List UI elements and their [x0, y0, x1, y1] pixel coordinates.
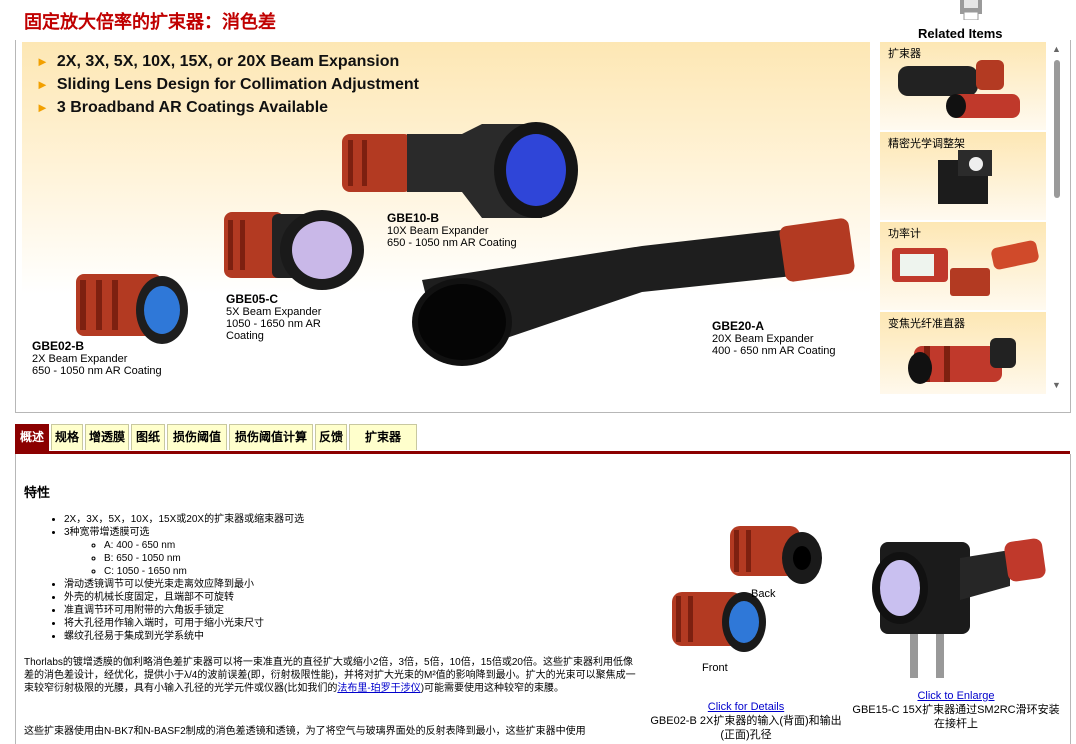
front-label: Front	[702, 662, 728, 674]
list-item: 准直调节环可用附带的六角扳手锁定	[64, 604, 304, 617]
related-thumb-collimators	[908, 338, 1016, 384]
related-item-beam-expanders[interactable]: 扩束器	[880, 42, 1046, 132]
scroll-down-icon[interactable]: ▼	[1052, 380, 1061, 390]
tab-damage-threshold-calc[interactable]: 损伤阈值计算	[229, 424, 313, 450]
related-item-power-meters[interactable]: 功率计	[880, 222, 1046, 312]
coating-sublist: A: 400 - 650 nm B: 650 - 1050 nm C: 1050…	[64, 539, 304, 578]
tab-beam-expanders[interactable]: 扩束器	[349, 424, 417, 450]
list-item: 外壳的机械长度固定，且端部不可旋转	[64, 591, 304, 604]
gbe02-b-image	[76, 274, 188, 344]
overview-paragraph: Thorlabs的镀增透膜的伽利略消色差扩束器可以将一束准直光的直径扩大或缩小2…	[24, 657, 636, 694]
related-thumb-power-meters	[892, 240, 1039, 296]
features-list: 2X，3X，5X，10X，15X或20X的扩束器或缩束器可选 3种宽带增透膜可选…	[50, 513, 304, 643]
tab-drawings[interactable]: 图纸	[131, 424, 165, 450]
print-icon[interactable]	[954, 0, 988, 20]
list-item: B: 650 - 1050 nm	[104, 552, 304, 565]
tab-feedback[interactable]: 反馈	[315, 424, 347, 450]
back-label: Back	[751, 588, 776, 600]
list-item: 将大孔径用作输入端时，可用于缩小光束尺寸	[64, 617, 304, 630]
scroll-up-icon[interactable]: ▲	[1052, 44, 1061, 54]
related-items-list: 扩束器 精密光学调整架 功率计 变焦光纤准直器	[880, 42, 1048, 394]
list-item: 2X，3X，5X，10X，15X或20X的扩束器或缩束器可选	[64, 513, 304, 526]
product-label-gbe05-c: GBE05-C 5X Beam Expander 1050 - 1650 nm …	[226, 292, 322, 342]
product-label-gbe20-a: GBE20-A 20X Beam Expander 400 - 650 nm A…	[712, 319, 836, 357]
related-items-title: Related Items	[918, 26, 1003, 41]
figure-gbe15-c-mounted[interactable]	[860, 528, 1060, 678]
list-item: 滑动透镜调节可以使光束走离效应降到最小	[64, 578, 304, 591]
overview-paragraph-2: 这些扩束器使用由N-BK7和N-BASF2制成的消色差透镜和透镜，为了将空气与玻…	[24, 726, 586, 737]
fabry-perot-link[interactable]: 法布里-珀罗干涉仪	[337, 683, 420, 694]
related-scrollbar[interactable]: ▲ ▼	[1050, 42, 1064, 394]
related-thumb-beam-expanders	[898, 60, 1020, 118]
hero-banner: ► 2X, 3X, 5X, 10X, 15X, or 20X Beam Expan…	[22, 42, 870, 402]
tab-specs[interactable]: 规格	[51, 424, 83, 450]
click-to-enlarge-link[interactable]: Click to Enlarge	[917, 690, 994, 702]
tab-ar-coating[interactable]: 增透膜	[85, 424, 129, 450]
page-title: 固定放大倍率的扩束器：消色差	[24, 12, 276, 32]
tab-damage-threshold[interactable]: 损伤阈值	[167, 424, 227, 450]
product-label-gbe02-b: GBE02-B 2X Beam Expander 650 - 1050 nm A…	[32, 339, 162, 377]
figure-1-caption: Click for Details GBE02-B 2X扩束器的输入(背面)和输…	[650, 701, 842, 741]
related-item-zoom-collimators[interactable]: 变焦光纤准直器	[880, 312, 1046, 394]
tab-overview[interactable]: 概述	[15, 424, 49, 452]
list-item: 螺纹孔径易于集成到光学系统中	[64, 630, 304, 643]
scrollbar-thumb[interactable]	[1054, 60, 1060, 198]
related-thumb-mounts	[938, 150, 992, 204]
figure-2-caption: Click to Enlarge GBE15-C 15X扩束器通过SM2RC滑环…	[852, 690, 1060, 730]
list-item: 3种宽带增透膜可选 A: 400 - 650 nm B: 650 - 1050 …	[64, 526, 304, 578]
gbe10-b-image	[342, 122, 578, 218]
list-item: A: 400 - 650 nm	[104, 539, 304, 552]
click-for-details-link[interactable]: Click for Details	[708, 701, 784, 713]
features-heading: 特性	[24, 485, 51, 500]
related-item-kinematic-mounts[interactable]: 精密光学调整架	[880, 132, 1046, 222]
gbe05-c-image	[224, 210, 364, 290]
list-item: C: 1050 - 1650 nm	[104, 565, 304, 578]
product-label-gbe10-b: GBE10-B 10X Beam Expander 650 - 1050 nm …	[387, 211, 517, 249]
figure-gbe02-b-apertures[interactable]	[662, 518, 832, 668]
